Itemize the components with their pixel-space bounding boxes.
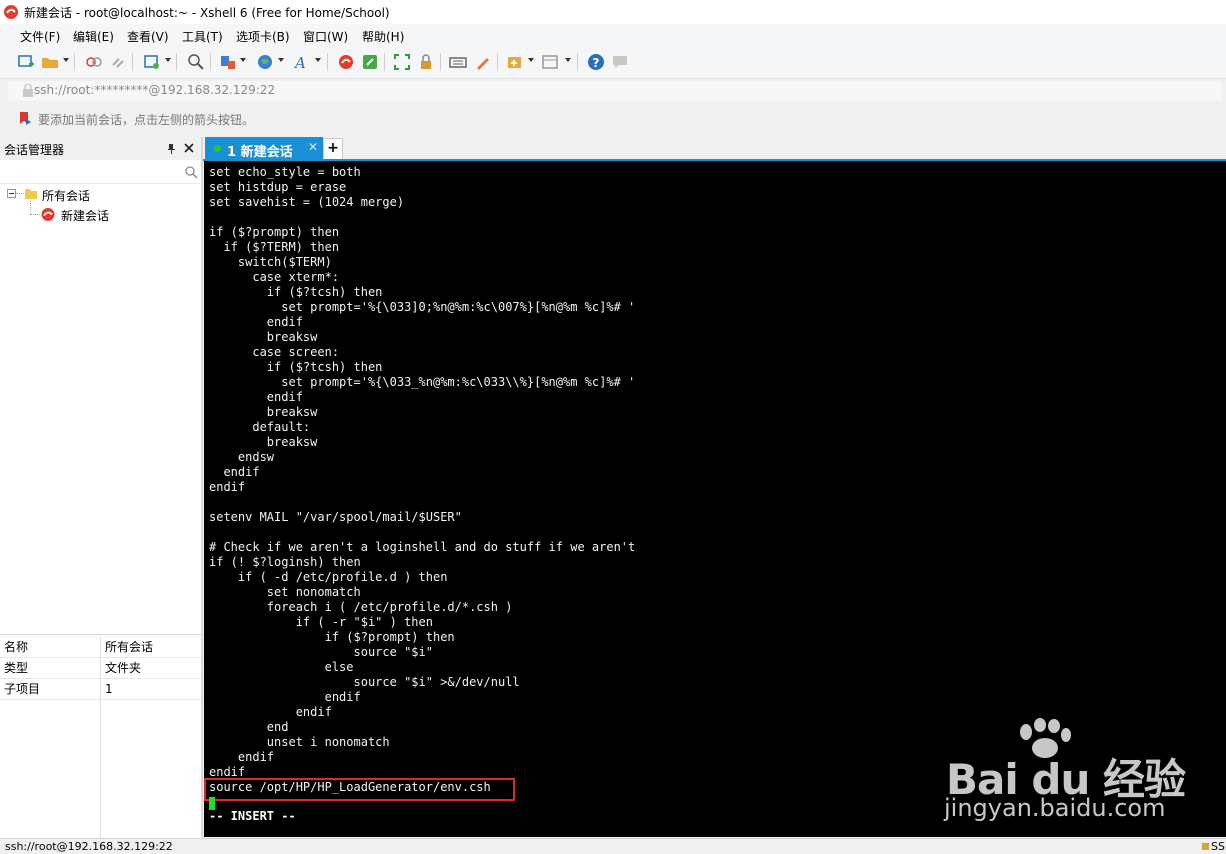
- status-bar: ssh://root@192.168.32.129:22 SS: [0, 838, 1226, 854]
- tab-close-icon[interactable]: ✕: [308, 140, 318, 154]
- panel-title: 会话管理器: [4, 143, 65, 157]
- menu-window[interactable]: 窗口(W): [303, 28, 348, 45]
- transfer-icon[interactable]: [219, 53, 237, 71]
- panel-header: 会话管理器: [0, 137, 201, 160]
- tree-item-all-sessions[interactable]: 所有会话: [42, 187, 90, 204]
- open-folder-icon[interactable]: [41, 53, 59, 71]
- status-protocol: SS: [1202, 840, 1225, 853]
- collapse-toggle[interactable]: [7, 189, 16, 198]
- baidu-watermark: Bai du 经验 jingyan.baidu.com: [938, 718, 1186, 828]
- highlight-annotation: [204, 778, 515, 801]
- terminal-view[interactable]: set echo_style = both set histdup = eras…: [204, 161, 1226, 837]
- tab-new-session[interactable]: 1 新建会话 ✕: [205, 137, 323, 160]
- reconnect-icon[interactable]: [109, 53, 127, 71]
- title-bar: 新建会话 - root@localhost:~ - Xshell 6 (Free…: [0, 0, 1226, 24]
- panel-splitter[interactable]: [201, 137, 203, 837]
- lock-icon: [23, 84, 33, 97]
- xftp-icon[interactable]: [361, 53, 379, 71]
- menu-view[interactable]: 查看(V): [127, 28, 169, 45]
- close-icon[interactable]: [184, 143, 194, 153]
- folder-icon: [25, 189, 37, 199]
- session-search-input[interactable]: [0, 162, 200, 184]
- watermark-url: jingyan.baidu.com: [944, 794, 1166, 822]
- address-text: ssh://root:*********@192.168.32.129:22: [34, 83, 276, 97]
- hint-bar: 要添加当前会话，点击左侧的箭头按钮。: [0, 105, 1226, 131]
- disconnect-icon[interactable]: [85, 53, 103, 71]
- prop-value: 文件夹: [101, 658, 201, 679]
- menu-tabs[interactable]: 选项卡(B): [236, 28, 290, 45]
- compose-icon[interactable]: [474, 53, 492, 71]
- tree-item-new-session[interactable]: 新建会话: [61, 207, 109, 224]
- add-tab-button[interactable]: +: [323, 138, 343, 160]
- layout-icon[interactable]: [541, 53, 559, 71]
- font-icon[interactable]: A: [293, 53, 311, 71]
- column-divider: [100, 700, 101, 838]
- bookmark-arrow-icon[interactable]: [18, 111, 32, 125]
- globe-icon[interactable]: [256, 53, 274, 71]
- prop-value: 所有会话: [101, 637, 201, 658]
- help-icon[interactable]: ?: [587, 53, 605, 71]
- prop-value: 1: [101, 679, 201, 700]
- prop-name: 类型: [0, 658, 101, 679]
- xshell-logo-icon: [4, 5, 18, 19]
- xshell-icon[interactable]: [337, 53, 355, 71]
- tab-label: 1 新建会话: [227, 145, 293, 160]
- search-icon[interactable]: [185, 166, 198, 179]
- status-connection: ssh://root@192.168.32.129:22: [5, 840, 173, 853]
- terminal-output: set echo_style = both set histdup = eras…: [209, 165, 636, 794]
- keyboard-icon[interactable]: [449, 53, 467, 71]
- menu-file[interactable]: 文件(F): [20, 28, 60, 45]
- vim-mode-indicator: -- INSERT --: [209, 809, 296, 823]
- menu-tools[interactable]: 工具(T): [182, 28, 223, 45]
- search-icon[interactable]: [187, 53, 205, 71]
- new-tab-icon[interactable]: [506, 53, 524, 71]
- properties-icon[interactable]: [143, 53, 161, 71]
- tab-strip: 1 新建会话 ✕ +: [203, 137, 1226, 161]
- fullscreen-icon[interactable]: [393, 53, 411, 71]
- prop-name: 子项目: [0, 679, 101, 700]
- pin-icon[interactable]: [166, 143, 176, 154]
- tree-line: [16, 193, 24, 194]
- new-session-icon[interactable]: [17, 53, 35, 71]
- menu-help[interactable]: 帮助(H): [362, 28, 404, 45]
- menu-edit[interactable]: 编辑(E): [73, 28, 114, 45]
- svg-text:A: A: [293, 54, 306, 71]
- session-manager-panel: 会话管理器 所有会话 新建会话 名称 所有会话 类型 文件夹 子项目 1: [0, 137, 201, 838]
- toolbar: A ?: [0, 46, 1226, 79]
- prop-name: 名称: [0, 637, 101, 658]
- tree-line: [30, 214, 40, 215]
- tree-line: [30, 201, 31, 214]
- chat-icon[interactable]: [611, 53, 629, 71]
- address-input[interactable]: ssh://root:*********@192.168.32.129:22: [8, 81, 1222, 101]
- session-icon: [41, 208, 55, 221]
- address-bar: ssh://root:*********@192.168.32.129:22: [0, 79, 1226, 103]
- lock-icon[interactable]: [417, 53, 435, 71]
- hint-text: 要添加当前会话，点击左侧的箭头按钮。: [38, 113, 255, 127]
- properties-table: 名称 所有会话 类型 文件夹 子项目 1: [0, 634, 201, 838]
- window-title: 新建会话 - root@localhost:~ - Xshell 6 (Free…: [24, 6, 390, 20]
- svg-text:?: ?: [593, 56, 600, 70]
- connected-status-dot: [214, 145, 221, 152]
- menu-bar: 文件(F) 编辑(E) 查看(V) 工具(T) 选项卡(B) 窗口(W) 帮助(…: [0, 24, 1226, 46]
